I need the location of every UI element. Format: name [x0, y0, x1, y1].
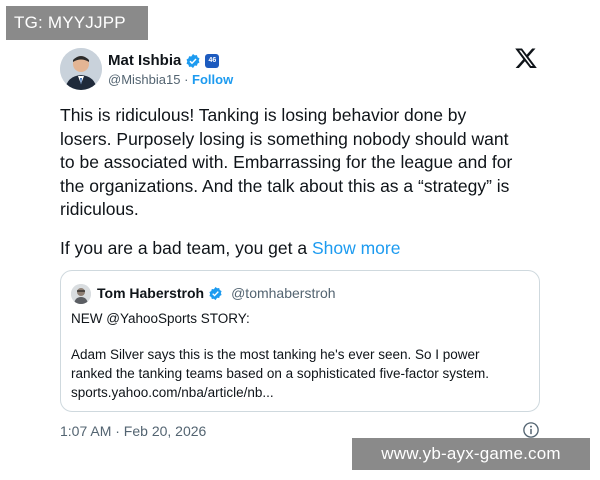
verified-badge-icon	[186, 53, 200, 68]
quoted-tweet-line: NEW @YahooSports STORY:	[71, 311, 250, 326]
tweet-line: losers. Purposely losing is something no…	[60, 128, 509, 149]
author-handle[interactable]: @Mishbia15	[108, 72, 180, 87]
quoted-author-row: Tom Haberstroh @tomhaberstroh	[97, 285, 336, 301]
tweet-line: ridiculous.	[60, 199, 139, 219]
quoted-tweet-line: ranked the tanking teams based on a soph…	[71, 366, 489, 381]
quoted-person-avatar-icon	[71, 284, 91, 304]
author-handle-row: @Mishbia15 · Follow	[108, 72, 233, 87]
affiliation-badge[interactable]: 46	[205, 53, 220, 68]
author-avatar[interactable]	[60, 48, 102, 90]
tweet-screenshot: TG: MYYJJPP Mat Ishbia 46 @Mishbia15 · F…	[0, 0, 600, 480]
tweet-line: to be associated with. Embarrassing for …	[60, 152, 513, 172]
quoted-tweet-card[interactable]: Tom Haberstroh @tomhaberstroh NEW @Yahoo…	[60, 270, 540, 412]
watermark-top: TG: MYYJJPP	[6, 6, 148, 40]
quoted-tweet-line: Adam Silver says this is the most tankin…	[71, 347, 480, 362]
handle-separator: ·	[184, 72, 189, 87]
quoted-author-avatar[interactable]	[71, 284, 91, 304]
x-logo-icon[interactable]	[514, 46, 538, 70]
author-name[interactable]: Mat Ishbia	[108, 52, 181, 69]
follow-button[interactable]: Follow	[192, 72, 233, 87]
info-icon[interactable]	[522, 421, 540, 439]
person-avatar-icon	[60, 48, 102, 90]
show-more-link[interactable]: Show more	[312, 238, 401, 258]
quoted-author-handle[interactable]: @tomhaberstroh	[231, 285, 335, 301]
quoted-author-name[interactable]: Tom Haberstroh	[97, 285, 204, 301]
watermark-bottom: www.yb-ayx-game.com	[352, 438, 590, 470]
tweet-truncated-text: If you are a bad team, you get a	[60, 238, 312, 258]
tweet-line: the organizations. And the talk about th…	[60, 175, 510, 196]
tweet-truncated-paragraph: If you are a bad team, you get a Show mo…	[60, 237, 550, 260]
quoted-tweet-link[interactable]: sports.yahoo.com/nba/article/nb...	[71, 385, 274, 400]
quoted-verified-badge-icon	[209, 286, 222, 300]
author-name-row: Mat Ishbia 46	[108, 52, 220, 69]
tweet-line: This is ridiculous! Tanking is losing be…	[60, 105, 467, 125]
tweet-text: This is ridiculous! Tanking is losing be…	[60, 104, 550, 222]
tweet-timestamp[interactable]: 1:07 AM · Feb 20, 2026	[60, 423, 206, 439]
